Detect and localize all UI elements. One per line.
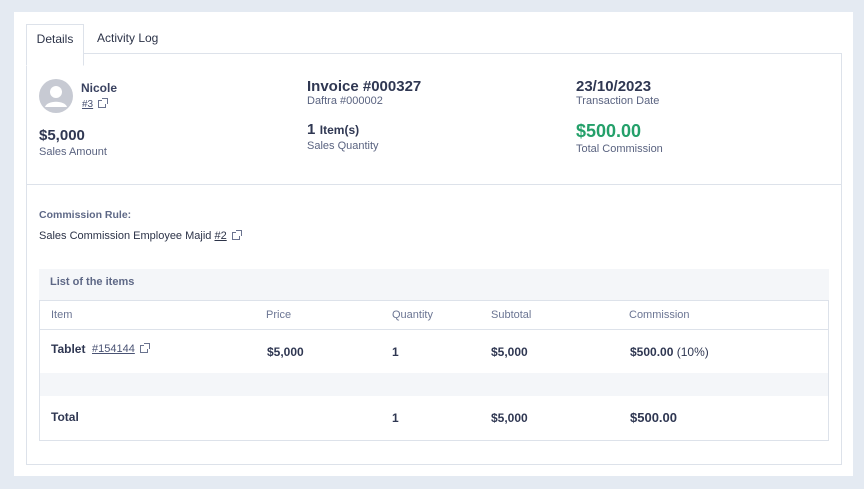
- sales-amount-label: Sales Amount: [39, 146, 107, 158]
- total-subtotal: $5,000: [491, 411, 528, 425]
- sales-quantity-label: Sales Quantity: [307, 140, 379, 152]
- employee-name: Nicole: [81, 81, 118, 95]
- external-link-icon[interactable]: [139, 343, 150, 354]
- item-quantity: 1: [392, 345, 399, 359]
- sales-quantity: 1 Item(s): [307, 121, 359, 139]
- details-panel: Details Activity Log Nicole #3 $5,000 Sa…: [14, 12, 853, 476]
- tab-details[interactable]: Details: [26, 24, 84, 66]
- item-link[interactable]: #154144: [92, 343, 150, 355]
- sales-amount: $5,000: [39, 127, 85, 144]
- item-commission-value: $500.00: [630, 345, 674, 359]
- item-id-link[interactable]: #154144: [92, 343, 135, 355]
- total-quantity: 1: [392, 411, 399, 425]
- header-divider: [40, 329, 828, 330]
- quantity-unit: Item(s): [319, 123, 360, 137]
- commission-rule-link[interactable]: #2: [214, 230, 226, 242]
- external-link-icon[interactable]: [98, 98, 109, 109]
- transaction-date: 23/10/2023: [576, 78, 652, 95]
- invoice-subtitle: Daftra #000002: [307, 95, 383, 107]
- column-header-subtotal: Subtotal: [491, 309, 532, 321]
- quantity-value: 1: [307, 121, 316, 138]
- items-table: Item Price Quantity Subtotal Commission …: [39, 300, 829, 441]
- details-card: Nicole #3 $5,000 Sales Amount Invoice #0…: [26, 53, 842, 465]
- total-commission-label: Total Commission: [576, 143, 663, 155]
- item-commission-pct: (10%): [676, 345, 709, 359]
- column-header-price: Price: [266, 309, 292, 321]
- column-header-quantity: Quantity: [392, 309, 433, 321]
- section-divider: [27, 184, 841, 185]
- employee-id-link[interactable]: #3: [82, 99, 93, 110]
- employee-link[interactable]: #3: [82, 98, 109, 110]
- external-link-icon[interactable]: [231, 230, 242, 241]
- commission-rule-name: Sales Commission Employee Majid: [39, 230, 212, 242]
- commission-rule-text: Sales Commission Employee Majid #2: [39, 230, 242, 242]
- transaction-date-label: Transaction Date: [576, 95, 660, 107]
- row-spacer: [40, 373, 828, 396]
- total-label: Total: [51, 410, 79, 424]
- item-commission: $500.00 (10%): [630, 345, 709, 359]
- item-name: Tablet: [51, 342, 86, 356]
- total-commission-value: $500.00: [630, 410, 677, 425]
- column-header-item: Item: [51, 309, 73, 321]
- item-subtotal: $5,000: [491, 345, 528, 359]
- avatar-icon: [39, 79, 73, 113]
- total-commission: $500.00: [576, 121, 642, 141]
- column-header-commission: Commission: [629, 309, 690, 321]
- invoice-title: Invoice #000327: [307, 78, 422, 95]
- commission-rule-label: Commission Rule:: [39, 209, 132, 221]
- items-list-title: List of the items: [39, 269, 829, 300]
- item-price: $5,000: [267, 345, 304, 359]
